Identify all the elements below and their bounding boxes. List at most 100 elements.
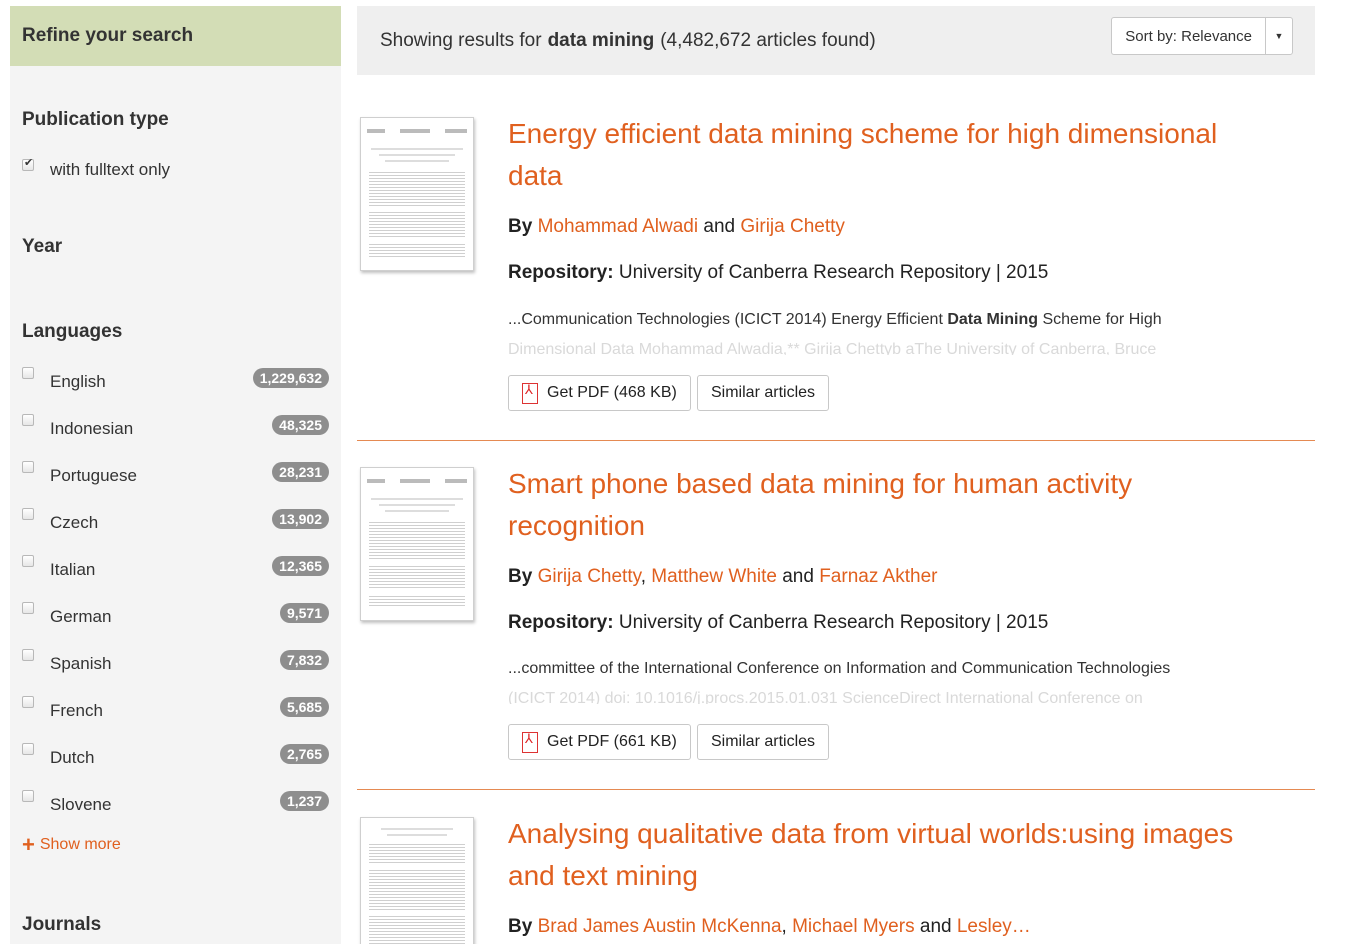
language-checkbox[interactable] [22, 602, 34, 614]
publication-type-title: Publication type [22, 109, 169, 130]
similar-articles-button[interactable]: Similar articles [697, 724, 830, 760]
repository-label: Repository: [508, 612, 614, 633]
language-checkbox[interactable] [22, 461, 34, 473]
language-count-badge: 1,229,632 [252, 368, 329, 388]
comma-separator: , [781, 916, 787, 937]
author-link[interactable]: Matthew White [651, 566, 777, 587]
show-more-link[interactable]: + Show more [22, 832, 121, 857]
snippet-highlight: Data Mining [947, 311, 1038, 328]
language-checkbox[interactable] [22, 555, 34, 567]
year-title: Year [22, 236, 63, 257]
repository-value: University of Canberra Research Reposito… [618, 262, 1049, 283]
result-snippet: ...committee of the International Confer… [508, 654, 1228, 704]
language-label[interactable]: Portuguese [50, 466, 137, 486]
language-count-badge: 48,325 [272, 415, 329, 435]
language-count-badge: 28,231 [272, 462, 329, 482]
language-count-badge: 12,365 [272, 556, 329, 576]
author-link[interactable]: Brad James Austin McKenna [538, 916, 782, 937]
result-authors: By Brad James Austin McKenna, Michael My… [508, 916, 1031, 938]
document-thumbnail[interactable] [360, 467, 474, 621]
language-label[interactable]: Dutch [50, 748, 94, 768]
language-label[interactable]: French [50, 701, 103, 721]
snippet-faded-text: Dimensional Data Mohammad Alwadia,** Gir… [508, 341, 1157, 355]
language-checkbox[interactable] [22, 414, 34, 426]
similar-articles-label: Similar articles [711, 384, 816, 401]
language-label[interactable]: English [50, 372, 106, 392]
snippet-faded-text: (ICICT 2014) doi: 10.1016/j.procs.2015.0… [508, 690, 1143, 704]
repository-value: University of Canberra Research Reposito… [618, 612, 1049, 633]
get-pdf-label: Get PDF (468 KB) [547, 384, 677, 401]
fulltext-label[interactable]: with fulltext only [50, 160, 170, 180]
language-label[interactable]: Indonesian [50, 419, 133, 439]
pdf-icon [522, 732, 539, 753]
language-label[interactable]: Spanish [50, 654, 111, 674]
repository-line: Repository: University of Canberra Resea… [508, 262, 1048, 284]
language-count-badge: 9,571 [279, 603, 329, 623]
snippet-text: Scheme for High [1038, 311, 1162, 328]
language-label[interactable]: German [50, 607, 111, 627]
language-label[interactable]: Slovene [50, 795, 111, 815]
document-thumbnail[interactable] [360, 117, 474, 271]
language-count-badge: 1,237 [279, 791, 329, 811]
similar-articles-label: Similar articles [711, 733, 816, 750]
plus-icon: + [22, 832, 35, 857]
repository-line: Repository: University of Canberra Resea… [508, 612, 1048, 634]
result-snippet: ...Communication Technologies (ICICT 201… [508, 305, 1228, 355]
results-count: (4,482,672 articles found) [660, 29, 876, 51]
author-link[interactable]: Lesley… [957, 916, 1031, 937]
language-label[interactable]: Czech [50, 513, 98, 533]
journals-title: Journals [22, 914, 102, 935]
by-label: By [508, 216, 533, 237]
by-label: By [508, 916, 533, 937]
result-authors: By Mohammad Alwadi and Girija Chetty [508, 216, 845, 238]
by-label: By [508, 566, 533, 587]
comma-separator: , [640, 566, 646, 587]
get-pdf-button[interactable]: Get PDF (468 KB) [508, 375, 691, 411]
snippet-text: ...committee of the International Confer… [508, 660, 1171, 677]
sort-dropdown[interactable]: Sort by: Relevance ▼ [1111, 17, 1293, 55]
author-link[interactable]: Girija Chetty [740, 216, 845, 237]
fulltext-checkbox[interactable] [22, 156, 34, 171]
refine-sidebar: Refine your search Publication type with… [10, 6, 341, 944]
language-checkbox[interactable] [22, 367, 34, 379]
results-header: Showing results for data mining (4,482,6… [357, 6, 1315, 75]
get-pdf-button[interactable]: Get PDF (661 KB) [508, 724, 691, 760]
and-label: and [703, 216, 736, 237]
language-label[interactable]: Italian [50, 560, 95, 580]
sort-label[interactable]: Sort by: Relevance [1112, 18, 1266, 54]
language-checkbox[interactable] [22, 649, 34, 661]
repository-label: Repository: [508, 262, 614, 283]
author-link[interactable]: Girija Chetty [538, 566, 641, 587]
snippet-text: ...Communication Technologies (ICICT 201… [508, 311, 948, 328]
show-more-label[interactable]: Show more [40, 836, 121, 854]
get-pdf-label: Get PDF (661 KB) [547, 733, 677, 750]
language-count-badge: 13,902 [272, 509, 329, 529]
similar-articles-button[interactable]: Similar articles [697, 375, 830, 411]
and-label: and [782, 566, 814, 587]
author-link[interactable]: Farnaz Akther [819, 566, 937, 587]
result-item: Analysing qualitative data from virtual … [357, 796, 1315, 944]
refine-header: Refine your search [10, 6, 341, 66]
language-checkbox[interactable] [22, 508, 34, 520]
document-thumbnail[interactable] [360, 817, 474, 944]
pdf-icon [522, 383, 539, 404]
languages-title: Languages [22, 321, 123, 342]
language-checkbox[interactable] [22, 696, 34, 708]
search-query: data mining [547, 29, 655, 51]
result-title-link[interactable]: Smart phone based data mining for human … [508, 463, 1248, 547]
caret-down-icon[interactable]: ▼ [1266, 18, 1292, 54]
result-title-link[interactable]: Analysing qualitative data from virtual … [508, 813, 1248, 897]
language-count-badge: 5,685 [279, 697, 329, 717]
language-count-badge: 7,832 [279, 650, 329, 670]
author-link[interactable]: Michael Myers [792, 916, 914, 937]
and-label: and [919, 916, 952, 937]
result-item: Smart phone based data mining for human … [357, 446, 1315, 790]
language-checkbox[interactable] [22, 743, 34, 755]
result-title-link[interactable]: Energy efficient data mining scheme for … [508, 113, 1248, 197]
language-checkbox[interactable] [22, 790, 34, 802]
results-prefix: Showing results for [380, 29, 542, 51]
author-link[interactable]: Mohammad Alwadi [538, 216, 699, 237]
result-authors: By Girija Chetty, Matthew White and Farn… [508, 566, 937, 588]
language-count-badge: 2,765 [279, 744, 329, 764]
result-item: Energy efficient data mining scheme for … [357, 96, 1315, 441]
